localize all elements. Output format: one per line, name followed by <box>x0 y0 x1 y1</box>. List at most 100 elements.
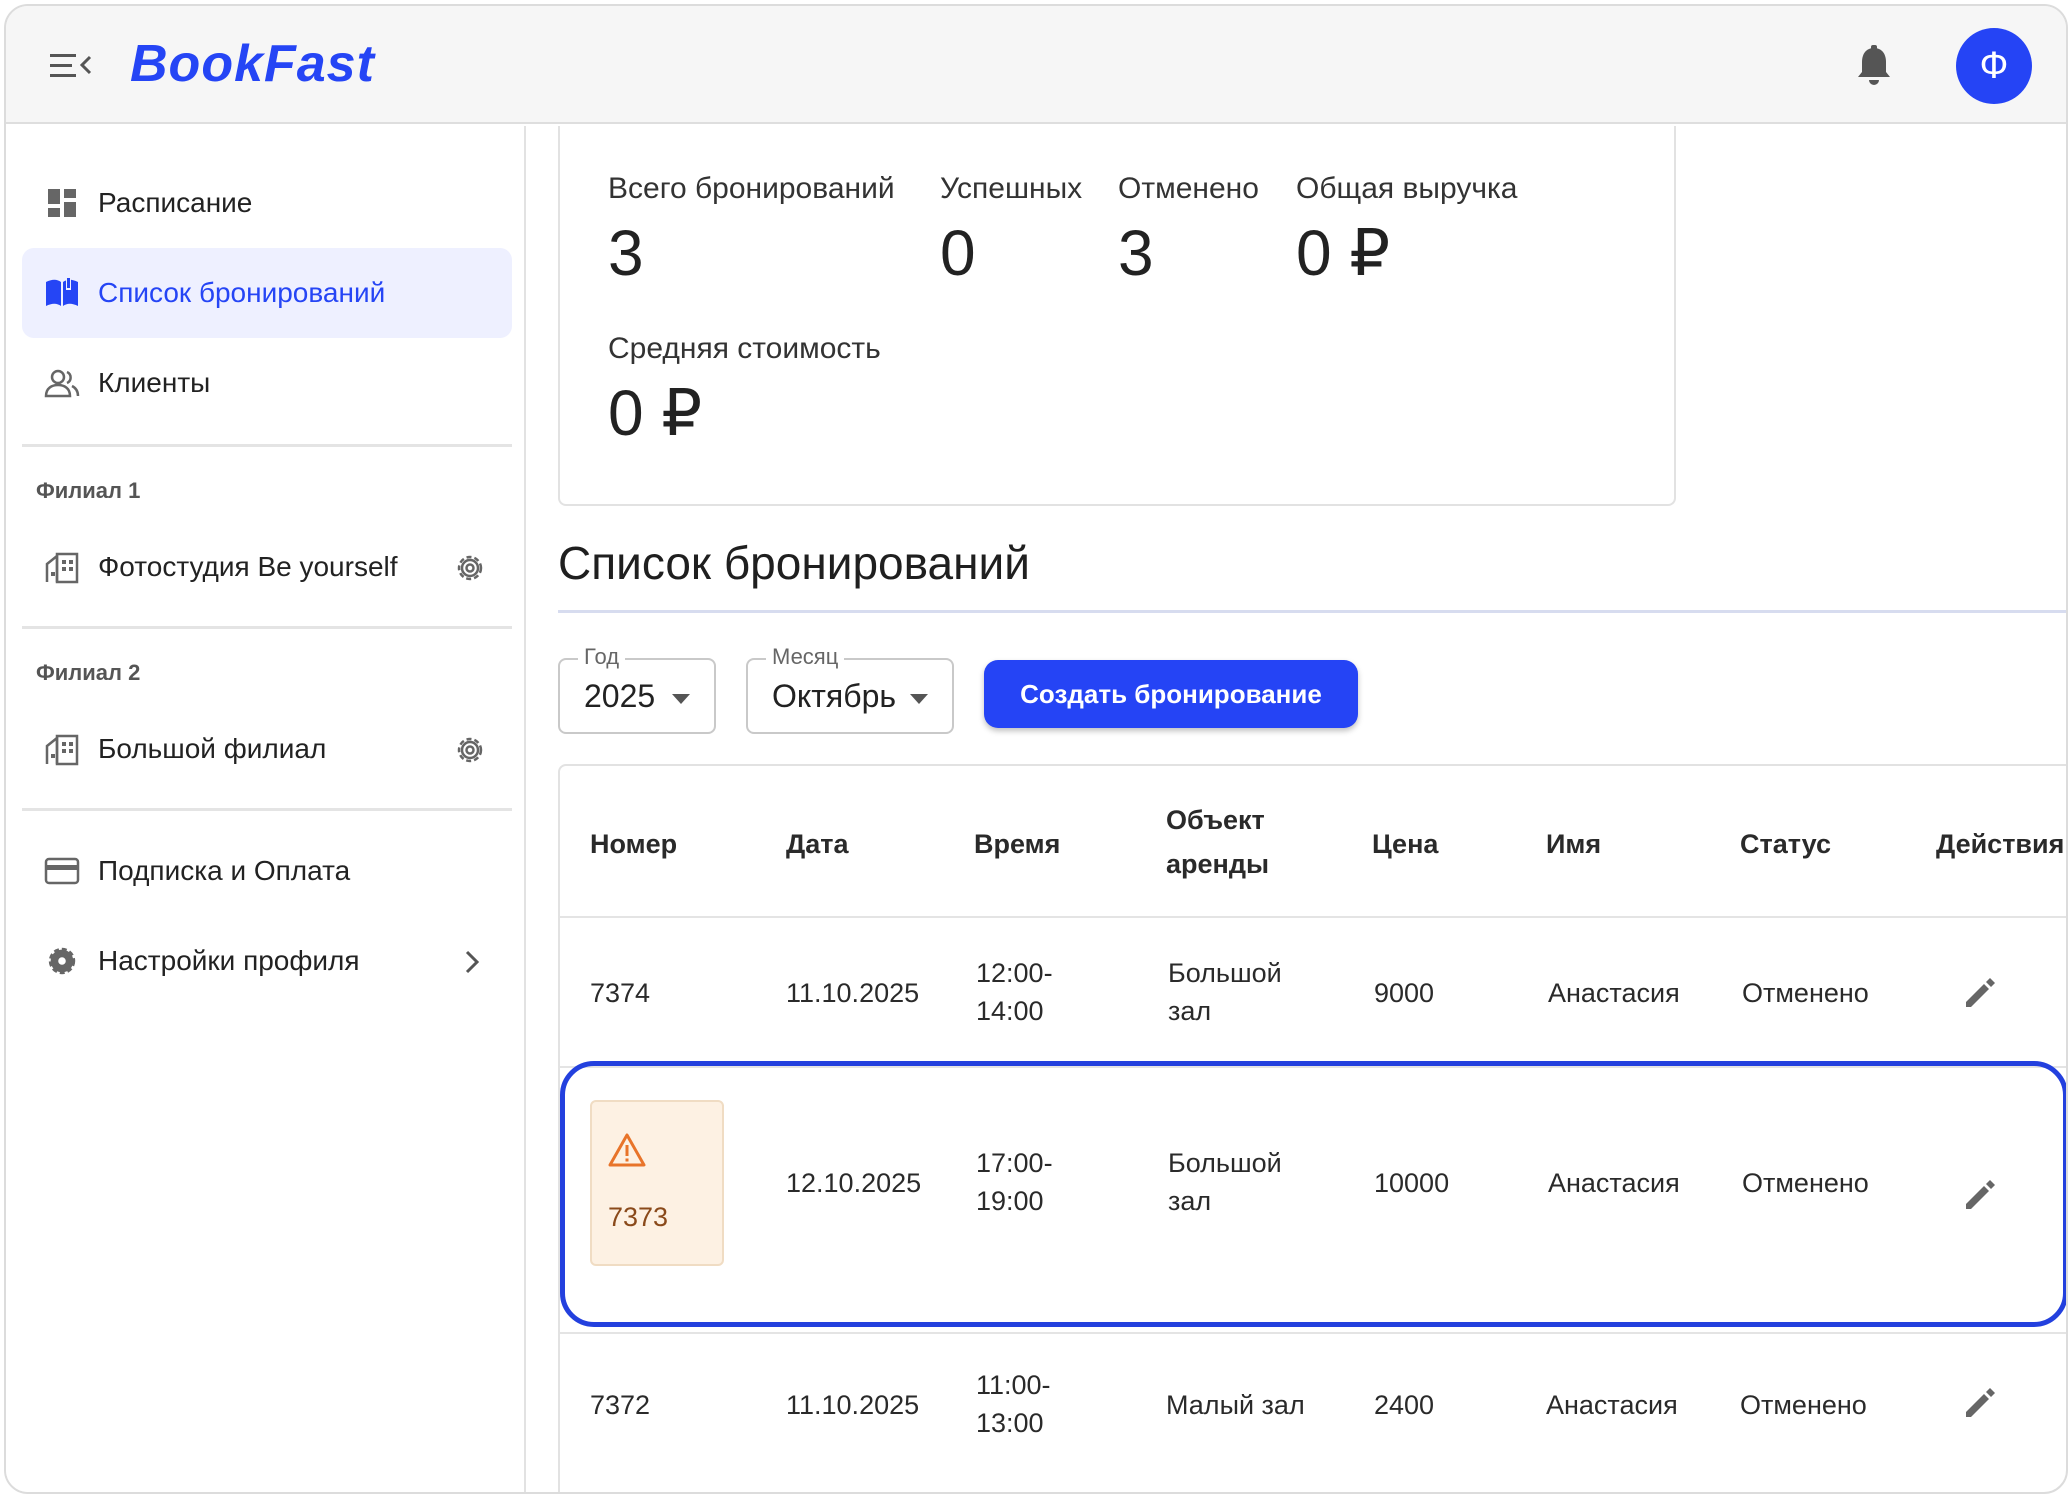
bookings-table: Номер Дата Время Объект аренды Цена Имя … <box>558 764 2066 1492</box>
sidebar-item-label: Список бронирований <box>98 277 386 308</box>
column-header[interactable]: Статус <box>1740 822 1831 866</box>
sidebar-item-schedule[interactable]: Расписание <box>22 158 512 248</box>
book-icon <box>46 278 78 306</box>
cell-number: 7374 <box>590 978 651 1008</box>
sidebar-item-branch-1[interactable]: Фотостудия Be yourself <box>22 522 512 612</box>
stat-label: Средняя стоимость <box>608 332 881 365</box>
row-divider <box>560 916 2066 918</box>
stat-cancelled: Отменено 3 <box>1118 172 1259 290</box>
column-header: Действия <box>1936 829 2065 859</box>
app-window: BookFast Ф Расписание Список бронировани… <box>4 4 2068 1494</box>
create-booking-button[interactable]: Создать бронирование <box>984 660 1358 728</box>
branch-section-label: Филиал 1 <box>36 478 141 503</box>
column-header[interactable]: Цена <box>1372 822 1438 866</box>
sidebar-item-branch-2[interactable]: Большой филиал <box>22 704 512 794</box>
divider <box>22 444 512 447</box>
cell-time: 11:00- 13:00 <box>976 1370 1051 1438</box>
edit-icon[interactable] <box>1962 974 1998 1010</box>
building-icon <box>45 552 79 584</box>
cell-price: 9000 <box>1374 978 1435 1008</box>
stat-value: 3 <box>608 217 644 289</box>
column-header[interactable]: Время <box>974 822 1060 866</box>
stat-value: 0 ₽ <box>1296 217 1391 289</box>
stat-total: Всего бронирований 3 <box>608 172 895 290</box>
cell-date: 11.10.2025 <box>786 1390 920 1420</box>
cell-time: 17:00- 19:00 <box>976 1148 1053 1216</box>
cell-price: 10000 <box>1374 1168 1450 1198</box>
sidebar: Расписание Список бронирований Клиенты Ф… <box>6 126 526 1492</box>
divider <box>558 610 2066 613</box>
column-header[interactable]: Объект аренды <box>1166 798 1286 886</box>
column-header[interactable]: Номер <box>590 822 677 866</box>
edit-icon[interactable] <box>1962 1384 1998 1420</box>
caret-down-icon <box>672 694 690 704</box>
stat-label: Отменено <box>1118 172 1259 205</box>
stat-revenue: Общая выручка 0 ₽ <box>1296 172 1517 291</box>
gear-icon[interactable] <box>452 732 488 768</box>
column-header[interactable]: Имя <box>1546 822 1601 866</box>
month-select-label: Месяц <box>766 644 845 670</box>
stat-average: Средняя стоимость 0 ₽ <box>608 332 881 451</box>
dashboard-icon <box>48 189 76 217</box>
caret-down-icon <box>910 694 928 704</box>
sidebar-item-label: Подписка и Оплата <box>98 855 351 886</box>
sidebar-item-label: Большой филиал <box>98 733 327 764</box>
cell-time: 12:00- 14:00 <box>976 958 1053 1026</box>
top-bar: BookFast Ф <box>6 6 2066 124</box>
bell-icon[interactable] <box>1854 44 1894 88</box>
cell-date: 12.10.2025 <box>786 1168 922 1198</box>
cell-name: Анастасия <box>1546 1390 1678 1420</box>
avatar[interactable]: Ф <box>1956 28 2032 104</box>
stat-label: Успешных <box>940 172 1083 205</box>
warning-badge[interactable]: 7373 <box>590 1100 724 1266</box>
divider <box>22 808 512 811</box>
cell-name: Анастасия <box>1548 1168 1680 1198</box>
cell-price: 2400 <box>1374 1390 1435 1420</box>
cell-object: Малый зал <box>1166 1390 1305 1420</box>
gear-icon[interactable] <box>452 550 488 586</box>
cell-object: Большой зал <box>1168 958 1282 1026</box>
cell-number: 7373 <box>608 1202 669 1232</box>
stat-value: 0 <box>940 217 976 289</box>
cell-date: 11.10.2025 <box>786 978 920 1008</box>
branch-section-label: Филиал 2 <box>36 660 141 685</box>
menu-collapse-icon[interactable] <box>50 48 94 82</box>
sidebar-item-profile-settings[interactable]: Настройки профиля <box>22 916 512 1006</box>
sidebar-item-clients[interactable]: Клиенты <box>22 338 512 428</box>
divider <box>22 626 512 629</box>
stats-card: Всего бронирований 3 Успешных 0 Отменено… <box>558 126 1676 506</box>
cell-name: Анастасия <box>1548 978 1680 1008</box>
cell-status: Отменено <box>1742 978 1869 1008</box>
stat-label: Всего бронирований <box>608 172 895 205</box>
cell-status: Отменено <box>1740 1390 1867 1420</box>
row-divider <box>560 1066 2066 1068</box>
month-select-value: Октябрь <box>772 678 897 714</box>
credit-card-icon <box>44 857 80 885</box>
chevron-right-icon <box>465 950 480 974</box>
year-select-value: 2025 <box>584 678 656 714</box>
year-select-label: Год <box>578 644 626 670</box>
month-select[interactable]: Месяц Октябрь <box>746 644 954 734</box>
sidebar-item-label: Фотостудия Be yourself <box>98 551 398 582</box>
sidebar-item-label: Расписание <box>98 187 253 218</box>
building-icon <box>45 734 79 766</box>
cell-number: 7372 <box>590 1390 651 1420</box>
logo[interactable]: BookFast <box>130 34 375 94</box>
page-title: Список бронирований <box>558 537 1030 589</box>
sidebar-item-bookings[interactable]: Список бронирований <box>22 248 512 338</box>
edit-icon[interactable] <box>1962 1176 1998 1212</box>
stat-label: Общая выручка <box>1296 172 1518 205</box>
stat-success: Успешных 0 <box>940 172 1082 290</box>
settings-icon <box>48 947 76 975</box>
sidebar-item-subscription[interactable]: Подписка и Оплата <box>22 826 512 916</box>
users-icon <box>44 369 80 398</box>
cell-object: Большой зал <box>1168 1148 1282 1216</box>
year-select[interactable]: Год 2025 <box>558 644 716 734</box>
stat-value: 0 ₽ <box>608 377 703 449</box>
stat-value: 3 <box>1118 217 1154 289</box>
sidebar-item-label: Клиенты <box>98 367 211 398</box>
column-header[interactable]: Дата <box>786 822 849 866</box>
sidebar-item-label: Настройки профиля <box>98 945 360 976</box>
row-divider <box>560 1332 2066 1334</box>
cell-status: Отменено <box>1742 1168 1869 1198</box>
